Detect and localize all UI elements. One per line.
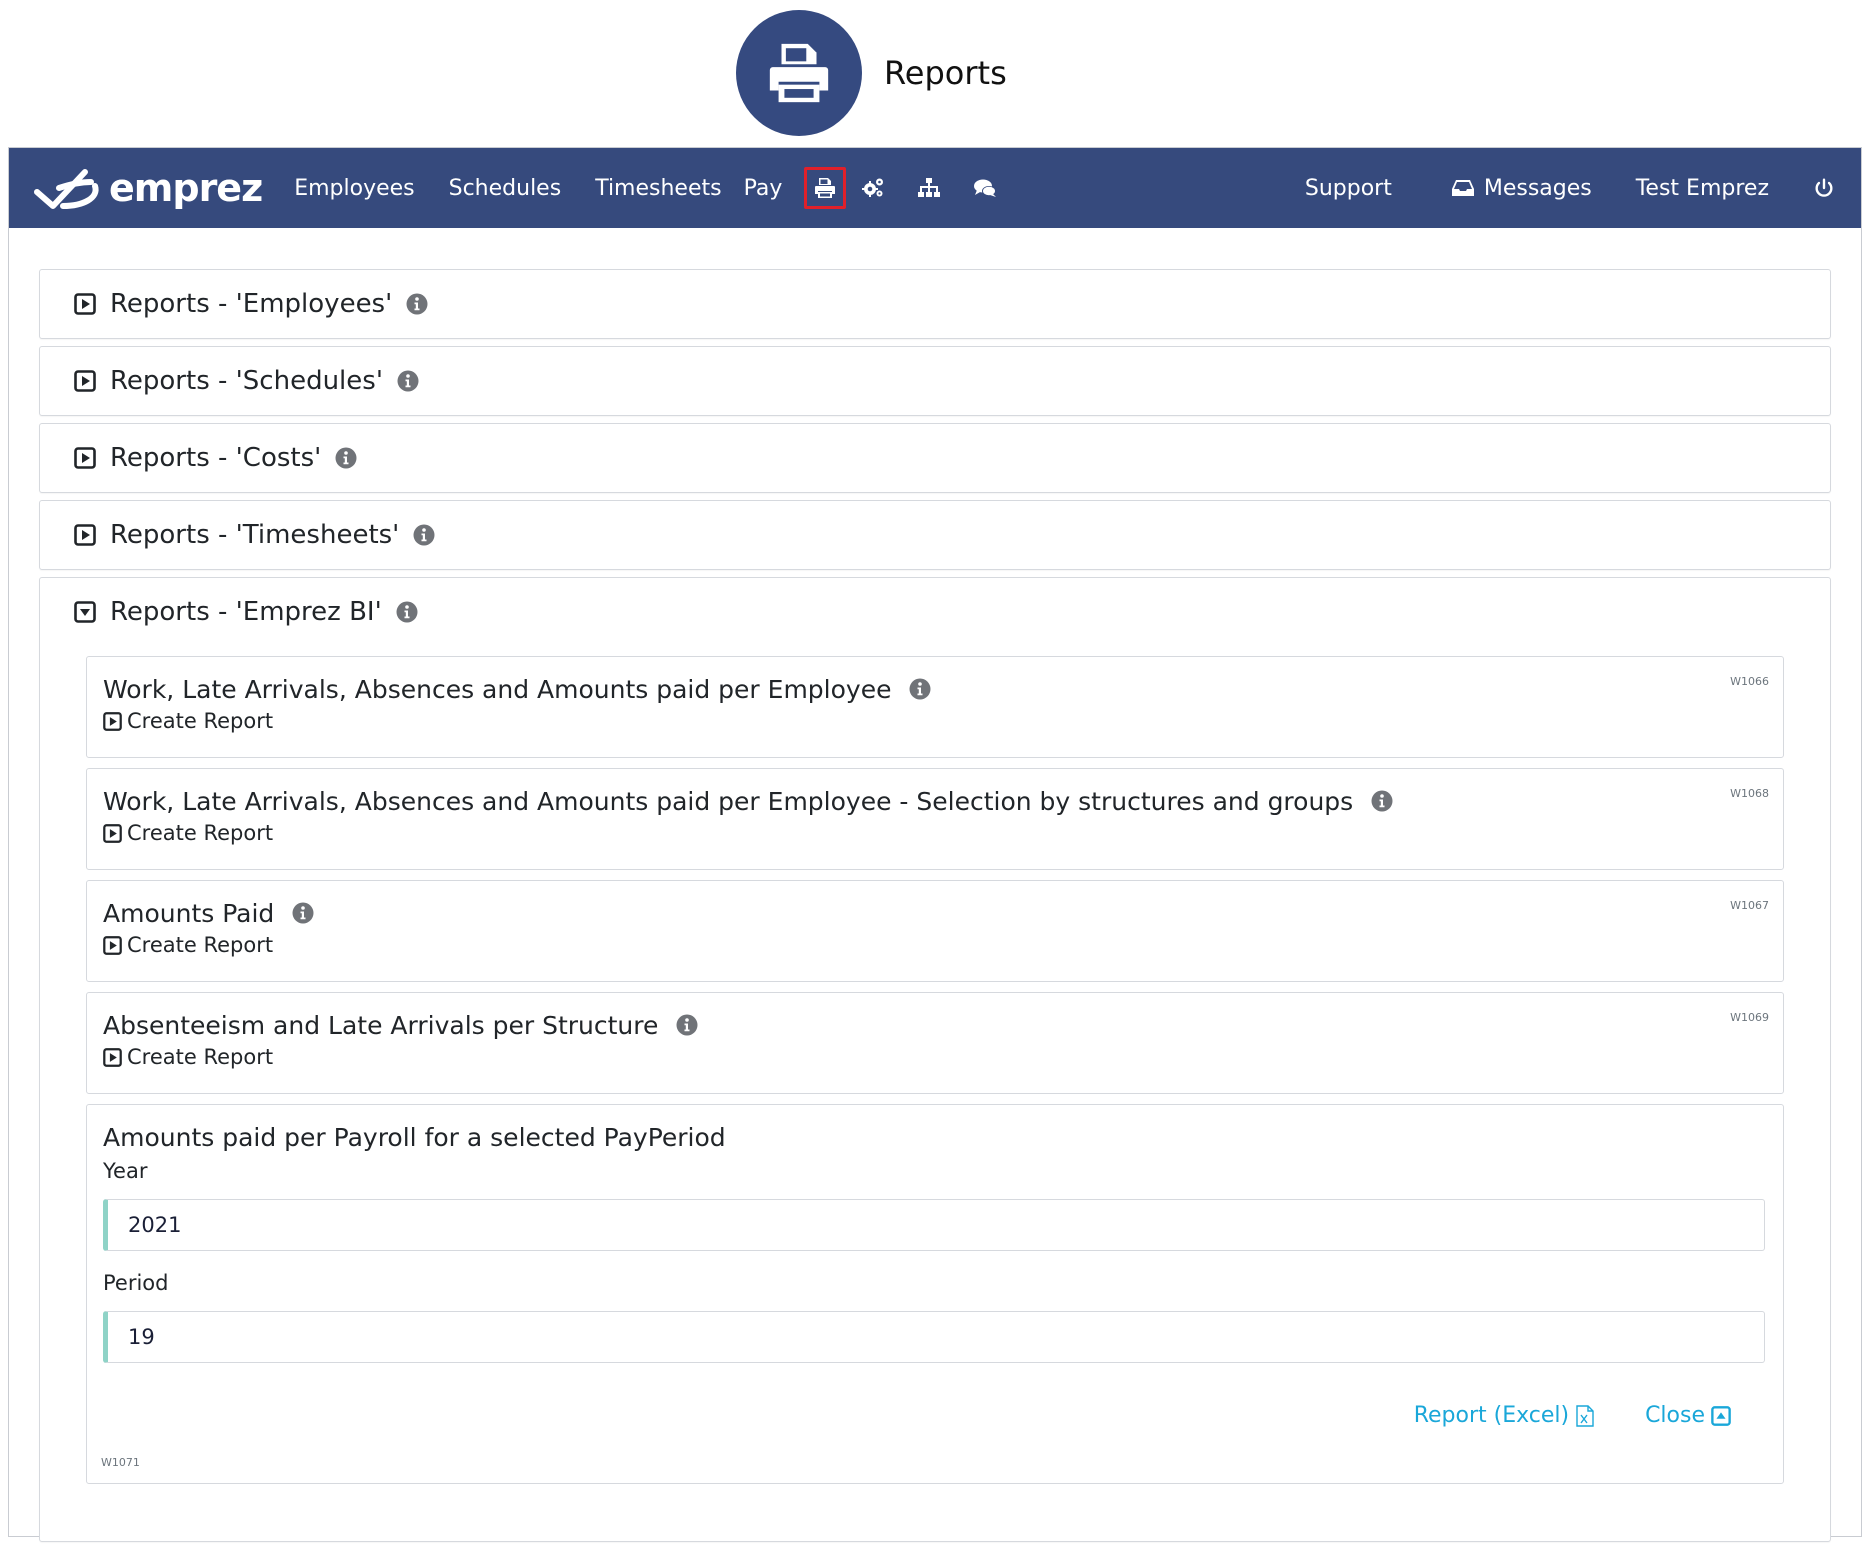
nav-support[interactable]: Support — [1305, 176, 1392, 201]
panel-title: Reports - 'Schedules' — [110, 366, 383, 396]
panel-body: Work, Late Arrivals, Absences and Amount… — [40, 646, 1830, 1484]
inbox-icon — [1451, 180, 1474, 196]
nav-messages-label: Messages — [1483, 175, 1592, 201]
create-report-label: Create Report — [127, 709, 274, 733]
panel-title: Reports - 'Employees' — [110, 289, 393, 319]
reports-content: Reports - 'Employees' Reports - 'Schedul… — [39, 269, 1831, 1546]
create-report-button[interactable]: Create Report — [103, 933, 273, 957]
nav-messages[interactable]: Messages — [1451, 175, 1592, 201]
info-circle-icon[interactable] — [396, 601, 418, 623]
caret-square-right-icon — [74, 447, 96, 469]
panel-header[interactable]: Reports - 'Employees' — [40, 270, 1830, 338]
logout-power-icon[interactable] — [1813, 177, 1835, 199]
panel-header[interactable]: Reports - 'Costs' — [40, 424, 1830, 492]
nav-schedules[interactable]: Schedules — [449, 176, 562, 201]
report-title: Absenteeism and Late Arrivals per Struct… — [103, 1010, 659, 1040]
report-excel-label: Report (Excel) — [1413, 1403, 1570, 1428]
brand-name: emprez — [109, 166, 263, 210]
nav-employees[interactable]: Employees — [294, 176, 414, 201]
report-title: Work, Late Arrivals, Absences and Amount… — [103, 786, 1354, 816]
create-report-label: Create Report — [127, 1045, 274, 1069]
caret-square-right-icon — [74, 524, 96, 546]
info-circle-icon[interactable] — [1371, 790, 1393, 812]
report-code: W1067 — [1730, 899, 1769, 912]
panel-costs-reports: Reports - 'Costs' — [39, 423, 1831, 493]
panel-title: Reports - 'Costs' — [110, 443, 322, 473]
create-report-button[interactable]: Create Report — [103, 1045, 273, 1069]
panel-header[interactable]: Reports - 'Timesheets' — [40, 501, 1830, 569]
period-label: Period — [103, 1271, 169, 1295]
printer-icon — [736, 10, 862, 136]
caret-square-up-icon — [1711, 1405, 1731, 1426]
form-actions: Report (Excel) Close — [87, 1403, 1783, 1428]
nav-reports-printer-icon[interactable] — [804, 167, 847, 209]
year-field[interactable]: 2021 — [103, 1199, 1765, 1251]
caret-square-right-icon — [103, 935, 122, 955]
nav-comments-icon[interactable] — [968, 167, 1002, 209]
report-card: Work, Late Arrivals, Absences and Amount… — [86, 768, 1784, 870]
report-form-card: Amounts paid per Payroll for a selected … — [86, 1104, 1784, 1484]
report-title: Amounts Paid — [103, 898, 275, 928]
create-report-label: Create Report — [127, 933, 274, 957]
report-code: W1068 — [1730, 787, 1769, 800]
report-title: Work, Late Arrivals, Absences and Amount… — [103, 674, 892, 704]
caret-square-right-icon — [103, 711, 122, 731]
info-circle-icon[interactable] — [676, 1014, 698, 1036]
brand-logo[interactable]: emprez — [33, 148, 263, 228]
year-label: Year — [103, 1159, 148, 1183]
form-title: Amounts paid per Payroll for a selected … — [103, 1122, 726, 1152]
panel-employees-reports: Reports - 'Employees' — [39, 269, 1831, 339]
create-report-label: Create Report — [127, 821, 274, 845]
info-circle-icon[interactable] — [909, 678, 931, 700]
panel-title: Reports - 'Timesheets' — [110, 520, 400, 550]
nav-settings-gears-icon[interactable] — [856, 167, 890, 209]
panel-title: Reports - 'Emprez BI' — [110, 597, 382, 627]
close-button[interactable]: Close — [1645, 1403, 1731, 1428]
nav-pay[interactable]: Pay — [744, 176, 783, 201]
panel-timesheets-reports: Reports - 'Timesheets' — [39, 500, 1831, 570]
report-code: W1066 — [1730, 675, 1769, 688]
info-circle-icon[interactable] — [406, 293, 428, 315]
report-excel-button[interactable]: Report (Excel) — [1414, 1403, 1595, 1428]
emprez-logo-icon — [34, 169, 99, 209]
file-excel-icon — [1576, 1404, 1594, 1427]
period-field[interactable]: 19 — [103, 1311, 1765, 1363]
doc-header: Reports — [736, 10, 1007, 136]
caret-square-right-icon — [103, 823, 122, 843]
nav-user-menu[interactable]: Test Emprez — [1636, 176, 1769, 201]
app-window: emprez Employees Schedules Timesheets Pa… — [8, 147, 1862, 1542]
info-circle-icon[interactable] — [335, 447, 357, 469]
page-title: Reports — [884, 54, 1007, 92]
report-code: W1069 — [1730, 1011, 1769, 1024]
report-card: Absenteeism and Late Arrivals per Struct… — [86, 992, 1784, 1094]
create-report-button[interactable]: Create Report — [103, 821, 273, 845]
caret-square-right-icon — [74, 370, 96, 392]
info-circle-icon[interactable] — [397, 370, 419, 392]
info-circle-icon[interactable] — [292, 902, 314, 924]
panel-header[interactable]: Reports - 'Emprez BI' — [40, 578, 1830, 646]
panel-header[interactable]: Reports - 'Schedules' — [40, 347, 1830, 415]
create-report-button[interactable]: Create Report — [103, 709, 273, 733]
caret-square-right-icon — [103, 1047, 122, 1067]
close-label: Close — [1645, 1403, 1705, 1428]
panel-emprez-bi-reports: Reports - 'Emprez BI' Work, Late Arrival… — [39, 577, 1831, 1542]
panel-schedules-reports: Reports - 'Schedules' — [39, 346, 1831, 416]
form-code: W1071 — [101, 1456, 140, 1469]
top-navbar: emprez Employees Schedules Timesheets Pa… — [9, 148, 1861, 228]
nav-timesheets[interactable]: Timesheets — [595, 176, 721, 201]
caret-square-right-icon — [74, 293, 96, 315]
info-circle-icon[interactable] — [413, 524, 435, 546]
report-card: Amounts Paid Create Report W1067 — [86, 880, 1784, 982]
caret-square-down-icon — [74, 601, 96, 623]
report-card: Work, Late Arrivals, Absences and Amount… — [86, 656, 1784, 758]
nav-sitemap-icon[interactable] — [912, 167, 946, 209]
